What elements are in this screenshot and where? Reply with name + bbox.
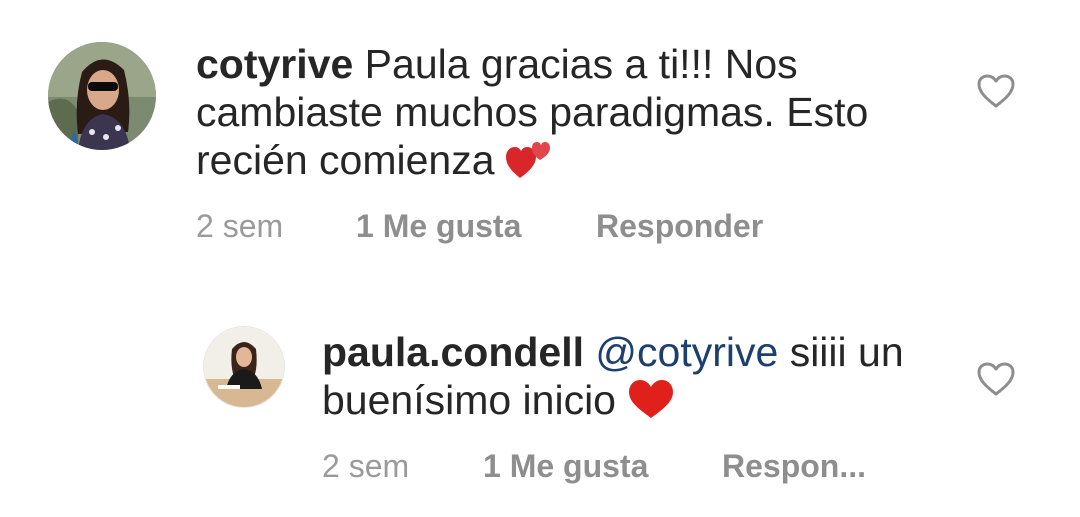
heart-outline-icon (977, 74, 1015, 108)
comment-time: 2 sem (196, 208, 284, 244)
avatar[interactable] (203, 326, 285, 408)
avatar-image (204, 327, 284, 407)
avatar-image (48, 42, 156, 150)
two-hearts-icon (505, 140, 552, 190)
reply-button[interactable]: Respon... (722, 446, 866, 486)
comment-text: cotyrive Paula gracias a ti!!! Nos cambi… (196, 40, 956, 190)
heart-outline-icon (977, 362, 1015, 396)
reply-button[interactable]: Responder (596, 206, 763, 246)
red-heart-icon (627, 378, 675, 430)
comment-text: paula.condell @cotyrive siiii un buenísi… (322, 328, 942, 430)
like-button[interactable] (976, 73, 1016, 109)
comment-time: 2 sem (322, 448, 410, 484)
mention-link[interactable]: @cotyrive (595, 329, 778, 375)
comment-item: cotyrive Paula gracias a ti!!! Nos cambi… (0, 0, 1080, 260)
comment-likes-button[interactable]: 1 Me gusta (483, 446, 648, 486)
comment-username[interactable]: cotyrive (196, 41, 353, 87)
avatar[interactable] (48, 42, 156, 150)
comment-likes-button[interactable]: 1 Me gusta (356, 206, 521, 246)
comment-username[interactable]: paula.condell (322, 329, 584, 375)
like-button[interactable] (976, 361, 1016, 397)
